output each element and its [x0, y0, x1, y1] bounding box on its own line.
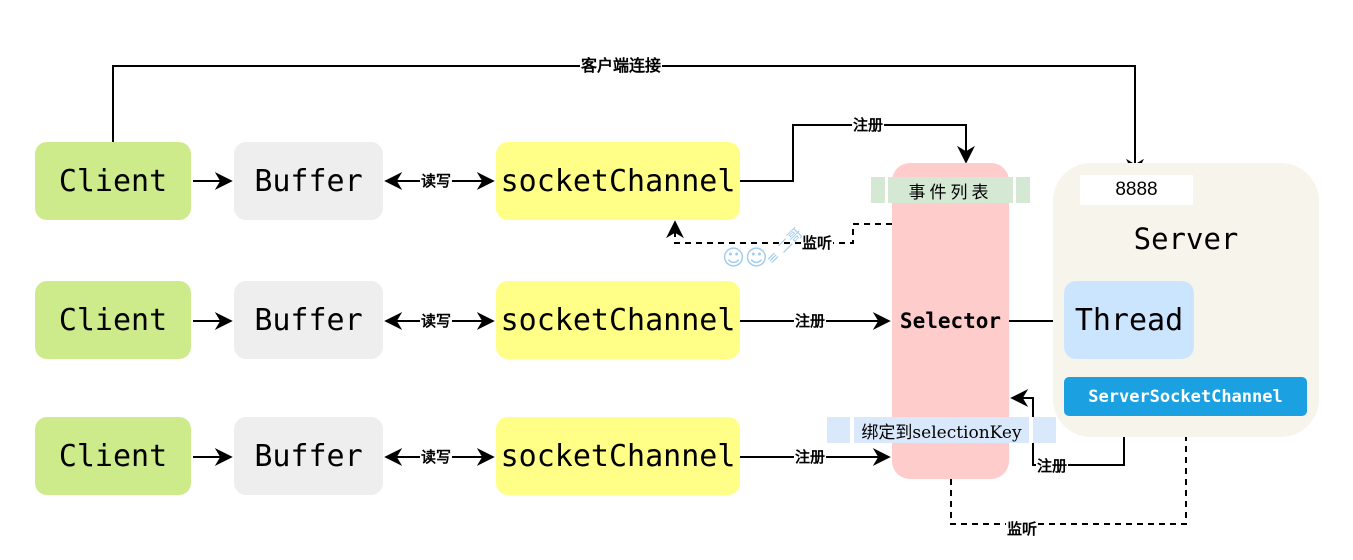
client-connect-label: 客户端连接 — [580, 56, 663, 75]
thread-box[interactable]: Thread — [1064, 281, 1194, 359]
buffer-box-3[interactable]: Buffer — [234, 417, 383, 495]
buffer-box-2[interactable]: Buffer — [234, 281, 383, 359]
server-socket-channel-box[interactable]: ServerSocketChannel — [1064, 377, 1307, 416]
band-separator — [885, 177, 888, 203]
wechat-watermark-icon: ☺☺ — [722, 246, 768, 271]
selection-key-band: 绑定到selectionKey — [827, 417, 1056, 443]
buffer-box-1[interactable]: Buffer — [234, 142, 383, 220]
event-list-band: 事件列表 — [871, 177, 1030, 203]
client-box-2[interactable]: Client — [35, 281, 191, 359]
band-separator — [1029, 417, 1033, 443]
client-box-3[interactable]: Client — [35, 417, 191, 495]
server-port: 8888 — [1080, 175, 1193, 205]
socket-channel-box-2[interactable]: socketChannel — [496, 281, 740, 359]
band-separator — [850, 417, 854, 443]
selection-key-label: 绑定到selectionKey — [861, 422, 1022, 443]
register-label-3: 注册 — [794, 448, 827, 466]
event-list-label: 事件列表 — [908, 182, 993, 203]
rw-label-1: 读写 — [420, 172, 453, 190]
socket-channel-box-1[interactable]: socketChannel — [496, 142, 740, 220]
socket-channel-box-3[interactable]: socketChannel — [496, 417, 740, 495]
server-title: Server — [1133, 222, 1239, 256]
rw-label-2: 读写 — [420, 312, 453, 330]
band-separator — [1013, 177, 1016, 203]
ssc-register-label: 注册 — [1036, 457, 1069, 475]
client-box-1[interactable]: Client — [35, 142, 191, 220]
register-label-2: 注册 — [794, 312, 827, 330]
rw-label-3: 读写 — [420, 448, 453, 466]
register-label-1: 注册 — [852, 116, 885, 134]
ssc-listen-label: 监听 — [1006, 520, 1039, 538]
